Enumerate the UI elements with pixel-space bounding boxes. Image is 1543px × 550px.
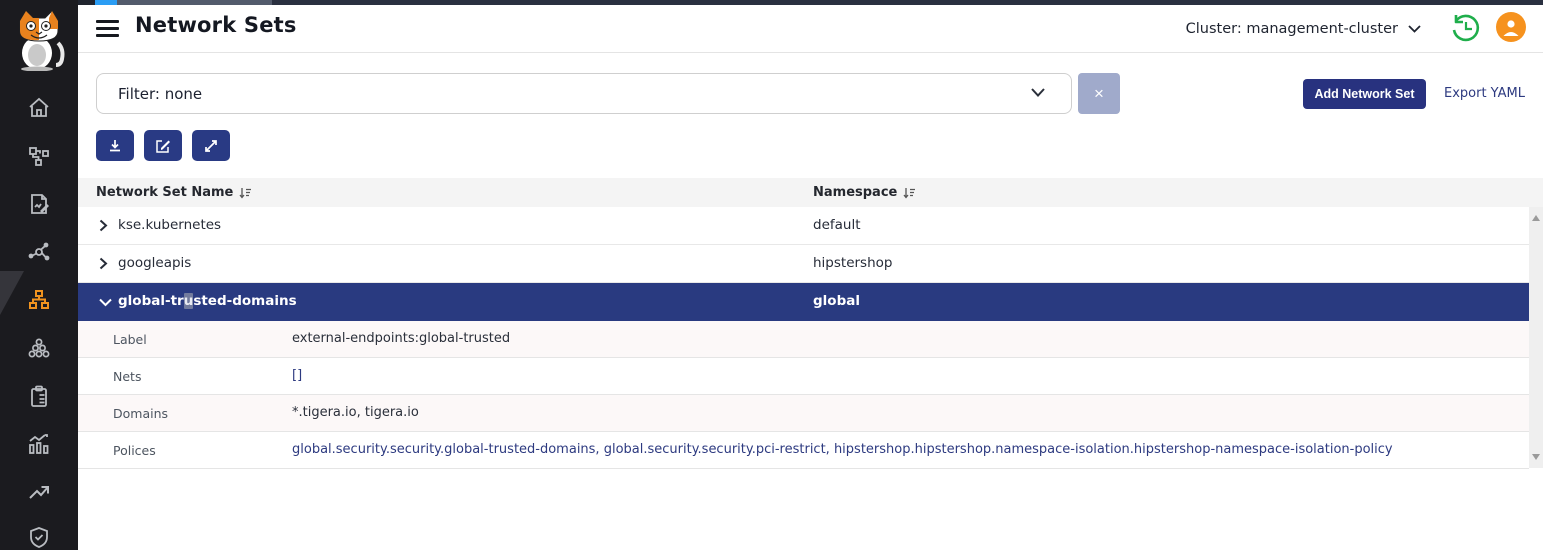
name-part: global-tr: [118, 293, 184, 309]
edit-icon: [155, 138, 171, 154]
scroll-down-arrow-icon[interactable]: [1532, 454, 1540, 460]
sort-icon: [903, 187, 916, 199]
detail-label: Polices: [113, 443, 156, 458]
compliance-clipboard-icon[interactable]: [27, 384, 51, 408]
detail-label: Domains: [113, 406, 168, 421]
add-network-set-button[interactable]: Add Network Set: [1303, 79, 1426, 109]
table-body: kse.kubernetes default googleapis hipste…: [78, 207, 1529, 469]
person-icon: [1501, 17, 1521, 37]
sidebar-corner-wedge: [0, 271, 24, 315]
scroll-up-arrow-icon[interactable]: [1532, 215, 1540, 221]
namespace-value: default: [813, 217, 861, 233]
clear-filter-button[interactable]: ×: [1078, 73, 1120, 114]
download-button[interactable]: [96, 130, 134, 161]
sort-icon: [239, 187, 252, 199]
menu-icon[interactable]: [96, 20, 119, 37]
network-topology-icon[interactable]: [27, 144, 51, 168]
namespace-value: global: [813, 293, 860, 309]
export-yaml-link[interactable]: Export YAML: [1444, 86, 1525, 101]
detail-row: Polices global.security.security.global-…: [78, 432, 1529, 469]
expand-icon: [203, 138, 219, 154]
network-sets-page: Network Sets Cluster: management-cluster…: [0, 0, 1543, 550]
page-title: Network Sets: [135, 13, 297, 37]
detail-row: Nets []: [78, 358, 1529, 395]
network-sets-icon[interactable]: [27, 288, 51, 312]
trending-icon[interactable]: [27, 480, 51, 504]
sidebar: [0, 0, 78, 550]
network-set-name[interactable]: kse.kubernetes: [118, 217, 221, 233]
expand-button[interactable]: [192, 130, 230, 161]
statistics-chart-icon[interactable]: [27, 432, 51, 456]
namespace-value: hipstershop: [813, 255, 892, 271]
security-shield-icon[interactable]: [27, 525, 51, 549]
table-row[interactable]: googleapis hipstershop: [78, 245, 1529, 283]
cluster-selector-label: Cluster: management-cluster: [1186, 21, 1398, 37]
service-graph-icon[interactable]: [27, 240, 51, 264]
user-avatar[interactable]: [1496, 12, 1526, 42]
table-row-selected[interactable]: global-trusted-domains global: [78, 283, 1529, 321]
chevron-down-icon[interactable]: [99, 298, 112, 307]
home-icon[interactable]: [27, 96, 51, 120]
calico-cat-logo[interactable]: [11, 9, 67, 71]
edit-button[interactable]: [144, 130, 182, 161]
column-header-namespace[interactable]: Namespace: [813, 185, 916, 200]
download-icon: [107, 138, 123, 154]
vertical-scrollbar[interactable]: [1529, 207, 1543, 468]
policy-document-icon[interactable]: [27, 192, 51, 216]
detail-row: Label external-endpoints:global-trusted: [78, 321, 1529, 358]
history-icon[interactable]: [1449, 12, 1481, 44]
chevron-right-icon[interactable]: [99, 257, 108, 270]
network-set-name[interactable]: googleapis: [118, 255, 191, 271]
detail-label: Label: [113, 332, 147, 347]
detail-row: Domains *.tigera.io, tigera.io: [78, 395, 1529, 432]
column-label: Network Set Name: [96, 185, 233, 200]
endpoints-cluster-icon[interactable]: [27, 336, 51, 360]
filter-select-value: Filter: none: [118, 85, 202, 103]
cluster-selector[interactable]: Cluster: management-cluster: [1186, 17, 1421, 41]
chevron-down-icon: [1031, 88, 1045, 97]
chevron-right-icon[interactable]: [99, 219, 108, 232]
column-label: Namespace: [813, 185, 897, 200]
table-header: Network Set Name Namespace: [78, 178, 1543, 207]
network-set-name[interactable]: global-trusted-domains: [118, 293, 297, 309]
detail-value: global.security.security.global-trusted-…: [292, 442, 1393, 457]
detail-value: external-endpoints:global-trusted: [292, 331, 510, 346]
name-part: sted-domains: [193, 293, 296, 309]
detail-value: []: [292, 368, 302, 383]
chevron-down-icon: [1408, 25, 1421, 33]
filter-select[interactable]: Filter: none: [96, 73, 1072, 114]
table-row[interactable]: kse.kubernetes default: [78, 207, 1529, 245]
detail-label: Nets: [113, 369, 141, 384]
app-header: Network Sets Cluster: management-cluster: [78, 5, 1543, 53]
column-header-name[interactable]: Network Set Name: [96, 185, 252, 200]
text-cursor: u: [184, 293, 194, 309]
detail-value: *.tigera.io, tigera.io: [292, 405, 419, 420]
